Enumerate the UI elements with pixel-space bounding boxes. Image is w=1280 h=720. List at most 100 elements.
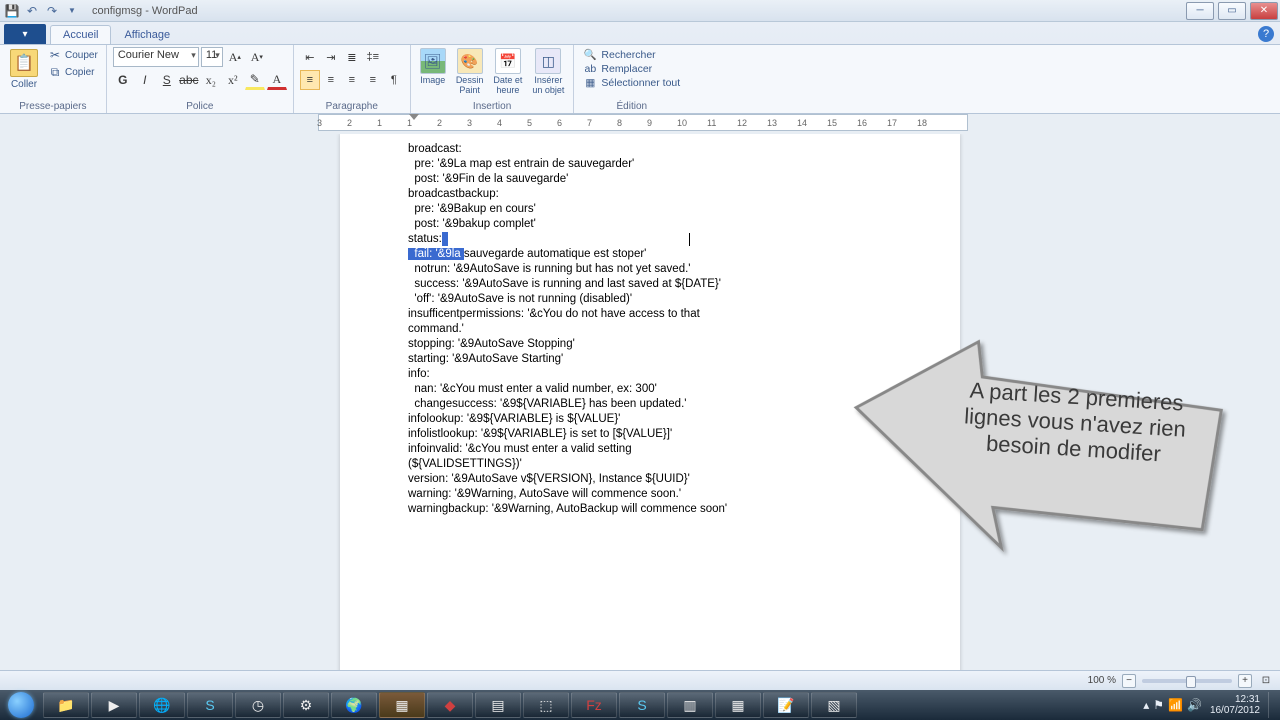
find-button[interactable]: 🔍Rechercher bbox=[580, 47, 683, 62]
tab-accueil[interactable]: Accueil bbox=[50, 25, 111, 44]
tray-volume-icon[interactable]: 🔊 bbox=[1187, 698, 1202, 712]
tab-affichage[interactable]: Affichage bbox=[111, 25, 183, 44]
document-area[interactable]: broadcast: pre: '&9La map est entrain de… bbox=[0, 134, 1280, 670]
font-size-combo[interactable]: 11 bbox=[201, 47, 223, 67]
tray-network-icon[interactable]: 📶 bbox=[1168, 698, 1183, 712]
taskbar-app6[interactable]: ⬚ bbox=[523, 692, 569, 718]
paste-icon: 📋 bbox=[10, 49, 38, 77]
maximize-button[interactable]: ▭ bbox=[1218, 2, 1246, 20]
paragraph-dialog-button[interactable]: ¶ bbox=[384, 70, 404, 90]
system-tray[interactable]: ▴ ⚑ 📶 🔊 12:31 16/07/2012 bbox=[1143, 692, 1280, 718]
align-center-button[interactable]: ≡ bbox=[321, 70, 341, 90]
image-icon: 🖼 bbox=[420, 48, 446, 74]
taskbar-wordpad[interactable]: 📝 bbox=[763, 692, 809, 718]
zoom-label: 100 % bbox=[1088, 675, 1116, 686]
font-color-button[interactable]: A bbox=[267, 70, 287, 90]
taskbar-app4[interactable]: ◆ bbox=[427, 692, 473, 718]
show-desktop-button[interactable] bbox=[1268, 692, 1276, 718]
underline-button[interactable]: S bbox=[157, 70, 177, 90]
callout-text: A part les 2 premieres lignes vous n'ave… bbox=[938, 376, 1212, 470]
paste-button[interactable]: 📋 Coller bbox=[6, 47, 42, 92]
qat-undo-icon[interactable]: ↶ bbox=[24, 3, 40, 19]
copy-button[interactable]: ⧉Copier bbox=[46, 64, 100, 80]
justify-button[interactable]: ≡ bbox=[363, 70, 383, 90]
decrease-indent-button[interactable]: ⇤ bbox=[300, 47, 320, 67]
taskbar-filezilla[interactable]: Fz bbox=[571, 692, 617, 718]
taskbar-explorer[interactable]: 📁 bbox=[43, 692, 89, 718]
taskbar-app5[interactable]: ▤ bbox=[475, 692, 521, 718]
fit-button[interactable]: ⊡ bbox=[1258, 675, 1274, 686]
group-font: Courier New 11 A▴ A▾ G I S abc x₂ x² ✎ A bbox=[107, 45, 294, 113]
taskbar-app2[interactable]: ⚙ bbox=[283, 692, 329, 718]
close-button[interactable]: ✕ bbox=[1250, 2, 1278, 20]
select-all-button[interactable]: ▦Sélectionner tout bbox=[580, 76, 683, 90]
window-title: configmsg - WordPad bbox=[84, 5, 1184, 17]
strike-button[interactable]: abc bbox=[179, 70, 199, 90]
line-spacing-button[interactable]: ‡≡ bbox=[363, 47, 383, 67]
tray-up-icon[interactable]: ▴ bbox=[1143, 698, 1149, 712]
titlebar: 💾 ↶ ↷ ▼ configmsg - WordPad ─ ▭ ✕ bbox=[0, 0, 1280, 22]
document-text[interactable]: broadcast: pre: '&9La map est entrain de… bbox=[340, 142, 960, 517]
taskbar-app7[interactable]: ▥ bbox=[667, 692, 713, 718]
qat-save-icon[interactable]: 💾 bbox=[4, 3, 20, 19]
qat-redo-icon[interactable]: ↷ bbox=[44, 3, 60, 19]
selection-end bbox=[442, 232, 448, 246]
tray-flag-icon[interactable]: ⚑ bbox=[1153, 698, 1164, 712]
taskbar-app1[interactable]: ◷ bbox=[235, 692, 281, 718]
bold-button[interactable]: G bbox=[113, 70, 133, 90]
superscript-button[interactable]: x² bbox=[223, 70, 243, 90]
grow-font-button[interactable]: A▴ bbox=[225, 47, 245, 67]
italic-button[interactable]: I bbox=[135, 70, 155, 90]
ribbon: ▾ Accueil Affichage 📋 Coller ✂Couper ⧉Co… bbox=[0, 22, 1280, 114]
insert-date-button[interactable]: 📅Date etheure bbox=[490, 47, 525, 96]
font-name-combo[interactable]: Courier New bbox=[113, 47, 199, 67]
zoom-in-button[interactable]: + bbox=[1238, 674, 1252, 688]
insert-object-button[interactable]: ◫Insérerun objet bbox=[529, 47, 567, 96]
group-edition: 🔍Rechercher abRemplacer ▦Sélectionner to… bbox=[574, 45, 689, 113]
tray-clock[interactable]: 12:31 16/07/2012 bbox=[1206, 694, 1264, 716]
windows-orb-icon bbox=[8, 692, 34, 718]
text-cursor bbox=[689, 233, 690, 246]
zoom-slider[interactable] bbox=[1142, 679, 1232, 683]
align-left-button[interactable]: ≡ bbox=[300, 70, 320, 90]
cut-button[interactable]: ✂Couper bbox=[46, 47, 100, 63]
help-icon[interactable]: ? bbox=[1258, 26, 1274, 42]
highlight-button[interactable]: ✎ bbox=[245, 70, 265, 90]
taskbar-app3[interactable]: 🌍 bbox=[331, 692, 377, 718]
zoom-out-button[interactable]: − bbox=[1122, 674, 1136, 688]
subscript-button[interactable]: x₂ bbox=[201, 70, 221, 90]
bullets-button[interactable]: ≣ bbox=[342, 47, 362, 67]
minimize-button[interactable]: ─ bbox=[1186, 2, 1214, 20]
taskbar-chrome[interactable]: 🌐 bbox=[139, 692, 185, 718]
taskbar-skype[interactable]: S bbox=[187, 692, 233, 718]
taskbar-minecraft[interactable]: ▦ bbox=[379, 692, 425, 718]
page: broadcast: pre: '&9La map est entrain de… bbox=[340, 134, 960, 670]
replace-button[interactable]: abRemplacer bbox=[580, 62, 683, 76]
insert-paint-button[interactable]: 🎨DessinPaint bbox=[453, 47, 487, 96]
wordpad-window: 💾 ↶ ↷ ▼ configmsg - WordPad ─ ▭ ✕ ▾ Accu… bbox=[0, 0, 1280, 690]
align-right-button[interactable]: ≡ bbox=[342, 70, 362, 90]
taskbar-app9[interactable]: ▧ bbox=[811, 692, 857, 718]
file-menu-button[interactable]: ▾ bbox=[4, 24, 46, 44]
select-all-icon: ▦ bbox=[583, 77, 597, 89]
qat-dropdown-icon[interactable]: ▼ bbox=[64, 3, 80, 19]
ruler[interactable]: 321123456789101112131415161718 bbox=[0, 114, 1280, 134]
group-clipboard: 📋 Coller ✂Couper ⧉Copier Presse-papiers bbox=[0, 45, 107, 113]
search-icon: 🔍 bbox=[583, 48, 597, 61]
taskbar-skype2[interactable]: S bbox=[619, 692, 665, 718]
taskbar: 📁 ▶ 🌐 S ◷ ⚙ 🌍 ▦ ◆ ▤ ⬚ Fz S ▥ ▦ 📝 ▧ ▴ ⚑ 📶… bbox=[0, 690, 1280, 720]
paint-icon: 🎨 bbox=[457, 48, 483, 74]
increase-indent-button[interactable]: ⇥ bbox=[321, 47, 341, 67]
start-button[interactable] bbox=[0, 690, 42, 720]
selected-text: fail: '&9la bbox=[408, 248, 464, 260]
shrink-font-button[interactable]: A▾ bbox=[247, 47, 267, 67]
replace-icon: ab bbox=[583, 63, 597, 75]
date-icon: 📅 bbox=[495, 48, 521, 74]
insert-image-button[interactable]: 🖼Image bbox=[417, 47, 449, 86]
taskbar-media[interactable]: ▶ bbox=[91, 692, 137, 718]
cut-icon: ✂ bbox=[48, 48, 62, 62]
group-insertion: 🖼Image 🎨DessinPaint 📅Date etheure ◫Insér… bbox=[411, 45, 575, 113]
copy-icon: ⧉ bbox=[48, 65, 62, 79]
taskbar-app8[interactable]: ▦ bbox=[715, 692, 761, 718]
group-paragraph: ⇤ ⇥ ≣ ‡≡ ≡ ≡ ≡ ≡ ¶ Paragraphe bbox=[294, 45, 411, 113]
